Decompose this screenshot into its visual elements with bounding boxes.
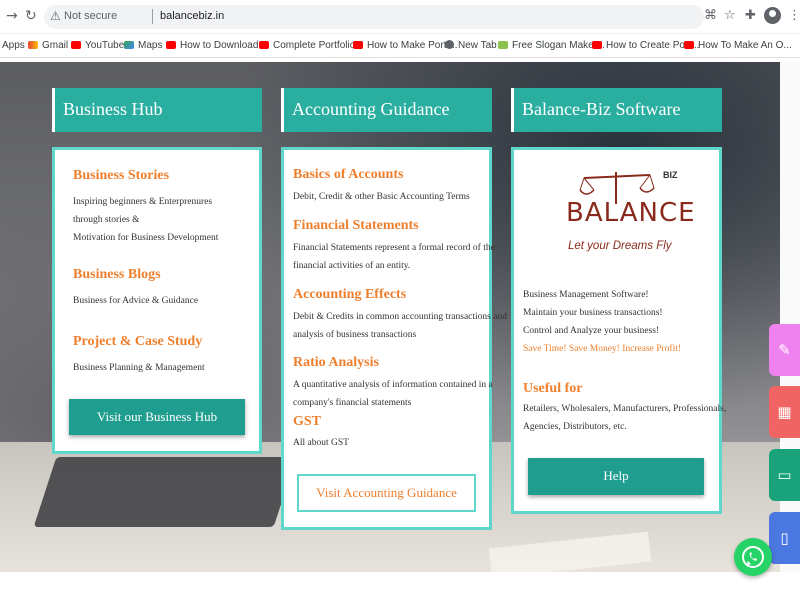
useful-for-text: Retailers, Wholesalers, Manufacturers, P… [523, 404, 727, 432]
logo-wordmark: BALANCE [566, 198, 696, 228]
business-stories-text: Inspiring beginners & Enterprenures thro… [73, 197, 219, 243]
calculator-icon: ▦ [777, 403, 792, 421]
useful-for-title: Useful for [523, 381, 583, 396]
side-tab-edit[interactable]: ✎ [769, 324, 800, 376]
financial-statements-text: Financial Statements represent a formal … [293, 243, 495, 271]
profile-avatar[interactable] [764, 7, 781, 24]
bookmark-gmail[interactable]: Gmail [28, 40, 68, 51]
side-tab-phone[interactable]: ▯ [769, 512, 800, 564]
edit-icon: ✎ [778, 341, 791, 359]
business-stories-title[interactable]: Business Stories [73, 168, 169, 184]
financial-statements-title[interactable]: Financial Statements [293, 218, 419, 234]
globe-icon [445, 40, 454, 49]
bookmark-item[interactable]: Free Slogan Maker... [498, 40, 605, 51]
whatsapp-icon [742, 546, 764, 568]
whatsapp-button[interactable] [734, 538, 772, 576]
url-text[interactable]: balancebiz.in [160, 10, 224, 22]
bookmark-maps[interactable]: Maps [124, 40, 162, 51]
youtube-icon [353, 41, 363, 49]
basics-of-accounts-text: Debit, Credit & other Basic Accounting T… [293, 192, 470, 202]
ratio-analysis-text: A quantitative analysis of information c… [293, 380, 493, 408]
slogan-icon [498, 41, 508, 49]
warning-icon: ⚠ [50, 9, 61, 23]
keyboard-photo [33, 457, 297, 527]
address-bar[interactable]: ⚠ Not secure balancebiz.in [44, 5, 704, 29]
business-blogs-title[interactable]: Business Blogs [73, 267, 161, 283]
maps-icon [124, 41, 134, 49]
ratio-analysis-title[interactable]: Ratio Analysis [293, 355, 379, 371]
youtube-icon [259, 41, 269, 49]
help-button[interactable]: Help [528, 458, 704, 495]
browser-toolbar: → ↻ ⚠ Not secure balancebiz.in ⌘ ☆ ✚ ⋮ [0, 0, 800, 34]
business-hub-header: Business Hub [52, 88, 262, 132]
side-tab-calculator[interactable]: ▦ [769, 386, 800, 438]
accounting-effects-text: Debit & Credits in common accounting tra… [293, 312, 507, 340]
forward-arrow-icon[interactable]: → [6, 8, 18, 24]
logo-tagline: Let your Dreams Fly [568, 240, 672, 252]
visit-accounting-guidance-button[interactable]: Visit Accounting Guidance [297, 474, 476, 512]
accounting-effects-title[interactable]: Accounting Effects [293, 287, 406, 303]
bookmark-item[interactable]: Complete Portfolio... [259, 40, 364, 51]
bookmark-item[interactable]: How To Make An O... [684, 40, 792, 51]
side-tab-monitor[interactable]: ▭ [769, 449, 800, 501]
gmail-icon [28, 41, 38, 49]
visit-business-hub-button[interactable]: Visit our Business Hub [69, 399, 245, 435]
phone-icon: ▯ [780, 529, 789, 547]
logo-badge: BIZ [663, 170, 678, 180]
basics-of-accounts-title[interactable]: Basics of Accounts [293, 167, 403, 183]
reload-icon[interactable]: ↻ [25, 8, 37, 24]
monitor-icon: ▭ [777, 466, 792, 484]
extensions-icon[interactable]: ✚ [745, 8, 756, 23]
bookmark-item[interactable]: How to Make Portf... [353, 40, 458, 51]
bookmark-new-tab[interactable]: New Tab [445, 40, 497, 51]
address-separator [152, 9, 153, 24]
project-case-study-text: Business Planning & Management [73, 363, 205, 373]
youtube-icon [592, 41, 602, 49]
bookmark-youtube[interactable]: YouTube [71, 40, 124, 51]
accounting-guidance-header: Accounting Guidance [281, 88, 492, 132]
business-blogs-text: Business for Advice & Guidance [73, 296, 199, 306]
gst-title[interactable]: GST [293, 414, 321, 430]
software-header: Balance-Biz Software [511, 88, 722, 132]
bookmark-apps[interactable]: Apps [2, 40, 25, 51]
gst-text: All about GST [293, 438, 349, 448]
youtube-icon [71, 41, 81, 49]
qr-icon[interactable]: ⌘ [704, 8, 717, 23]
balance-biz-logo[interactable]: BIZ BALANCE Let your Dreams Fly [566, 168, 696, 260]
project-case-study-title[interactable]: Project & Case Study [73, 334, 202, 350]
bookmarks-bar: Apps Gmail YouTube Maps How to Download.… [0, 34, 800, 58]
youtube-icon [166, 41, 176, 49]
youtube-icon [684, 41, 694, 49]
star-icon[interactable]: ☆ [724, 8, 736, 23]
menu-icon[interactable]: ⋮ [788, 8, 800, 23]
security-label: Not secure [64, 10, 118, 22]
bookmark-item[interactable]: How to Download... [166, 40, 267, 51]
software-description: Business Management Software! Maintain y… [523, 290, 682, 354]
